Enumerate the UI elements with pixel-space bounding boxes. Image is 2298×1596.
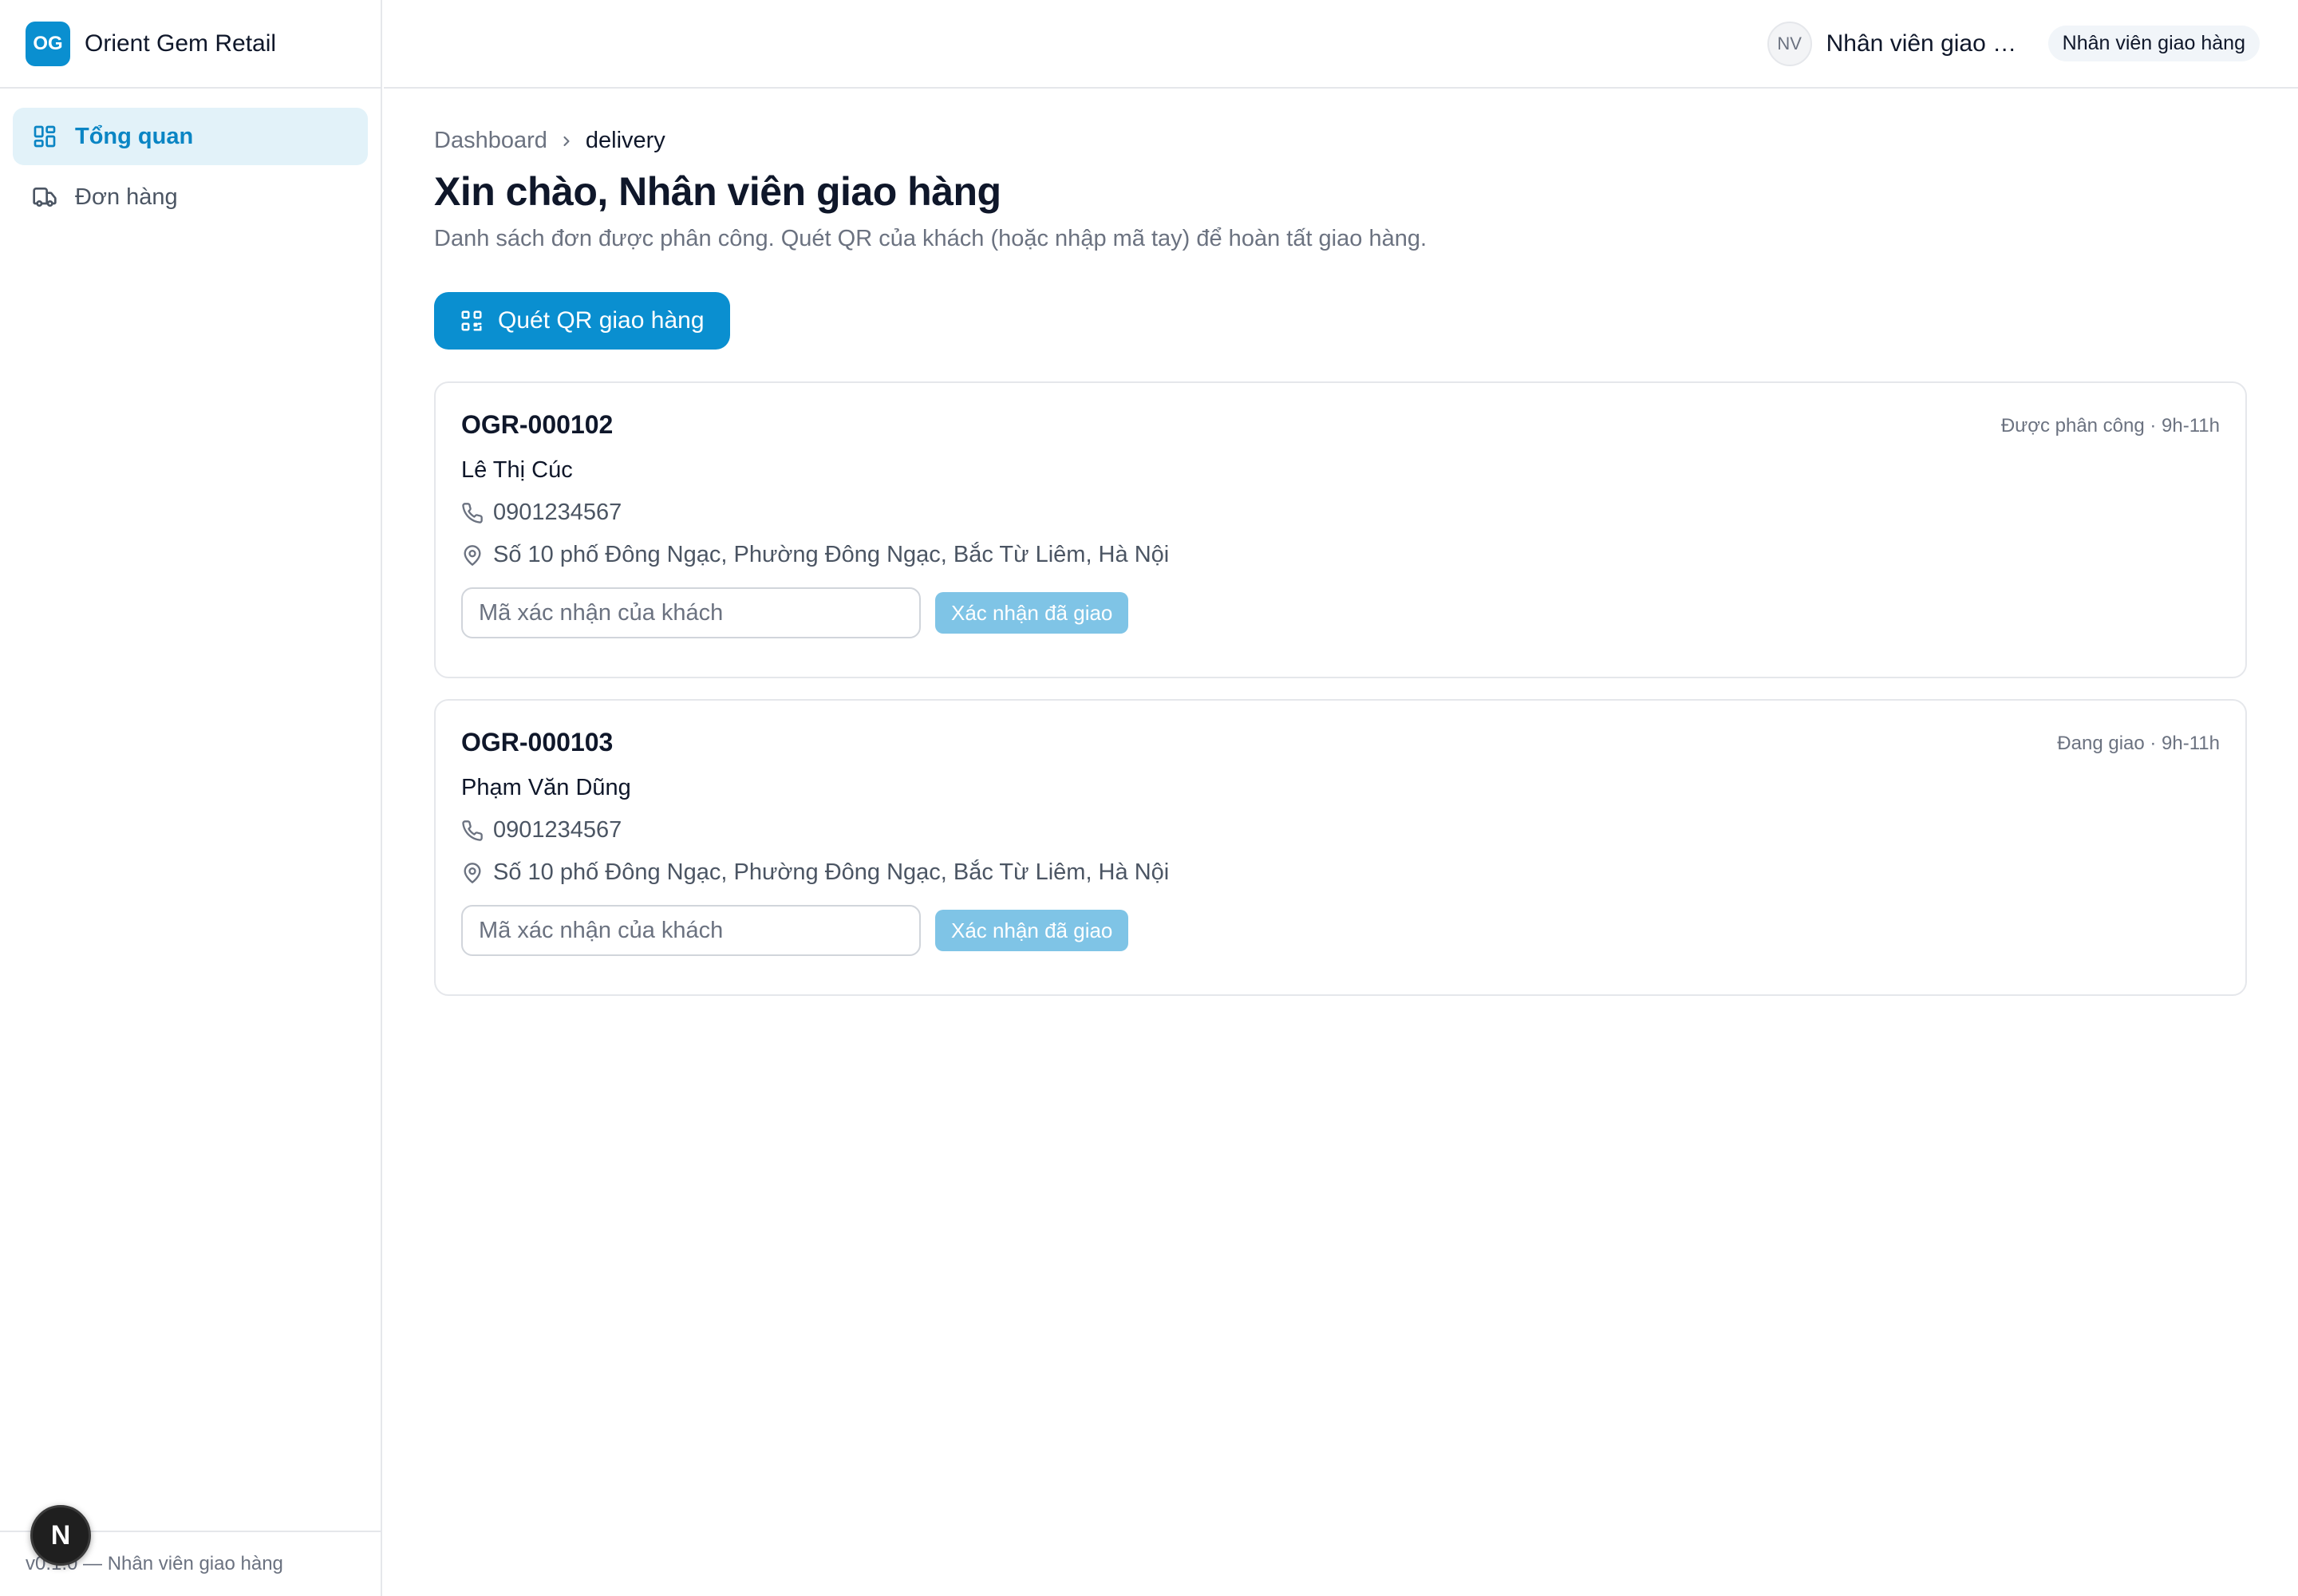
brand[interactable]: OG Orient Gem Retail (0, 0, 381, 89)
scan-qr-button[interactable]: Quét QR giao hàng (434, 292, 730, 350)
dashboard-grid-icon (34, 125, 56, 148)
order-list: OGR-000102 Được phân công · 9h-11h Lê Th… (434, 381, 2247, 996)
breadcrumb: Dashboard delivery (434, 128, 2247, 154)
customer-name: Phạm Văn Dũng (461, 775, 631, 800)
confirm-delivered-button[interactable]: Xác nhận đã giao (935, 592, 1129, 634)
sidebar-item-label: Đơn hàng (75, 184, 178, 210)
nextjs-dev-badge[interactable]: N (30, 1505, 91, 1566)
sidebar: OG Orient Gem Retail Tổng quan Đơn hàng … (0, 0, 382, 1596)
customer-phone[interactable]: 0901234567 (493, 500, 622, 526)
avatar[interactable]: NV (1767, 21, 1812, 66)
order-code: OGR-000102 (461, 410, 614, 439)
sidebar-item-orders[interactable]: Đơn hàng (13, 168, 368, 226)
brand-name: Orient Gem Retail (85, 30, 277, 57)
main-content: Dashboard delivery Xin chào, Nhân viên g… (434, 128, 2247, 1017)
confirmation-code-input[interactable] (461, 587, 921, 638)
map-pin-icon (464, 862, 481, 883)
truck-icon (33, 188, 57, 207)
breadcrumb-dashboard[interactable]: Dashboard (434, 128, 547, 154)
scan-qr-label: Quét QR giao hàng (498, 307, 705, 334)
order-card: OGR-000102 Được phân công · 9h-11h Lê Th… (434, 381, 2247, 678)
page-subtitle: Danh sách đơn được phân công. Quét QR củ… (434, 226, 1427, 251)
sidebar-item-label: Tổng quan (75, 123, 194, 149)
confirmation-code-input[interactable] (461, 905, 921, 956)
qr-code-icon (461, 310, 482, 331)
role-badge: Nhân viên giao hàng (2047, 26, 2260, 61)
order-status-time: Được phân công · 9h-11h (2000, 415, 2220, 437)
phone-icon (462, 820, 483, 841)
user-name[interactable]: Nhân viên giao h... (1826, 30, 2026, 57)
customer-name: Lê Thị Cúc (461, 457, 573, 483)
breadcrumb-current: delivery (585, 128, 665, 153)
customer-phone-row: 0901234567 (461, 500, 2220, 526)
chevron-right-icon (563, 136, 570, 146)
sidebar-item-overview[interactable]: Tổng quan (13, 108, 368, 165)
sidebar-nav: Tổng quan Đơn hàng (0, 89, 381, 248)
customer-phone-row: 0901234567 (461, 817, 2220, 843)
page-title: Xin chào, Nhân viên giao hàng (434, 169, 1001, 214)
customer-address-row: Số 10 phố Đông Ngạc, Phường Đông Ngạc, B… (461, 859, 2220, 886)
customer-address: Số 10 phố Đông Ngạc, Phường Đông Ngạc, B… (493, 859, 1170, 885)
customer-address: Số 10 phố Đông Ngạc, Phường Đông Ngạc, B… (493, 542, 1170, 567)
brand-logo: OG (26, 21, 70, 66)
map-pin-icon (464, 544, 481, 566)
phone-icon (462, 502, 483, 523)
confirm-row: Xác nhận đã giao (461, 587, 2220, 638)
order-code: OGR-000103 (461, 728, 614, 757)
confirm-delivered-button[interactable]: Xác nhận đã giao (935, 910, 1129, 951)
confirm-row: Xác nhận đã giao (461, 905, 2220, 956)
customer-address-row: Số 10 phố Đông Ngạc, Phường Đông Ngạc, B… (461, 542, 2220, 568)
customer-phone[interactable]: 0901234567 (493, 817, 622, 843)
order-card: OGR-000103 Đang giao · 9h-11h Phạm Văn D… (434, 699, 2247, 996)
order-status-time: Đang giao · 9h-11h (2057, 733, 2220, 754)
top-bar: NV Nhân viên giao h... Nhân viên giao hà… (384, 0, 2298, 89)
